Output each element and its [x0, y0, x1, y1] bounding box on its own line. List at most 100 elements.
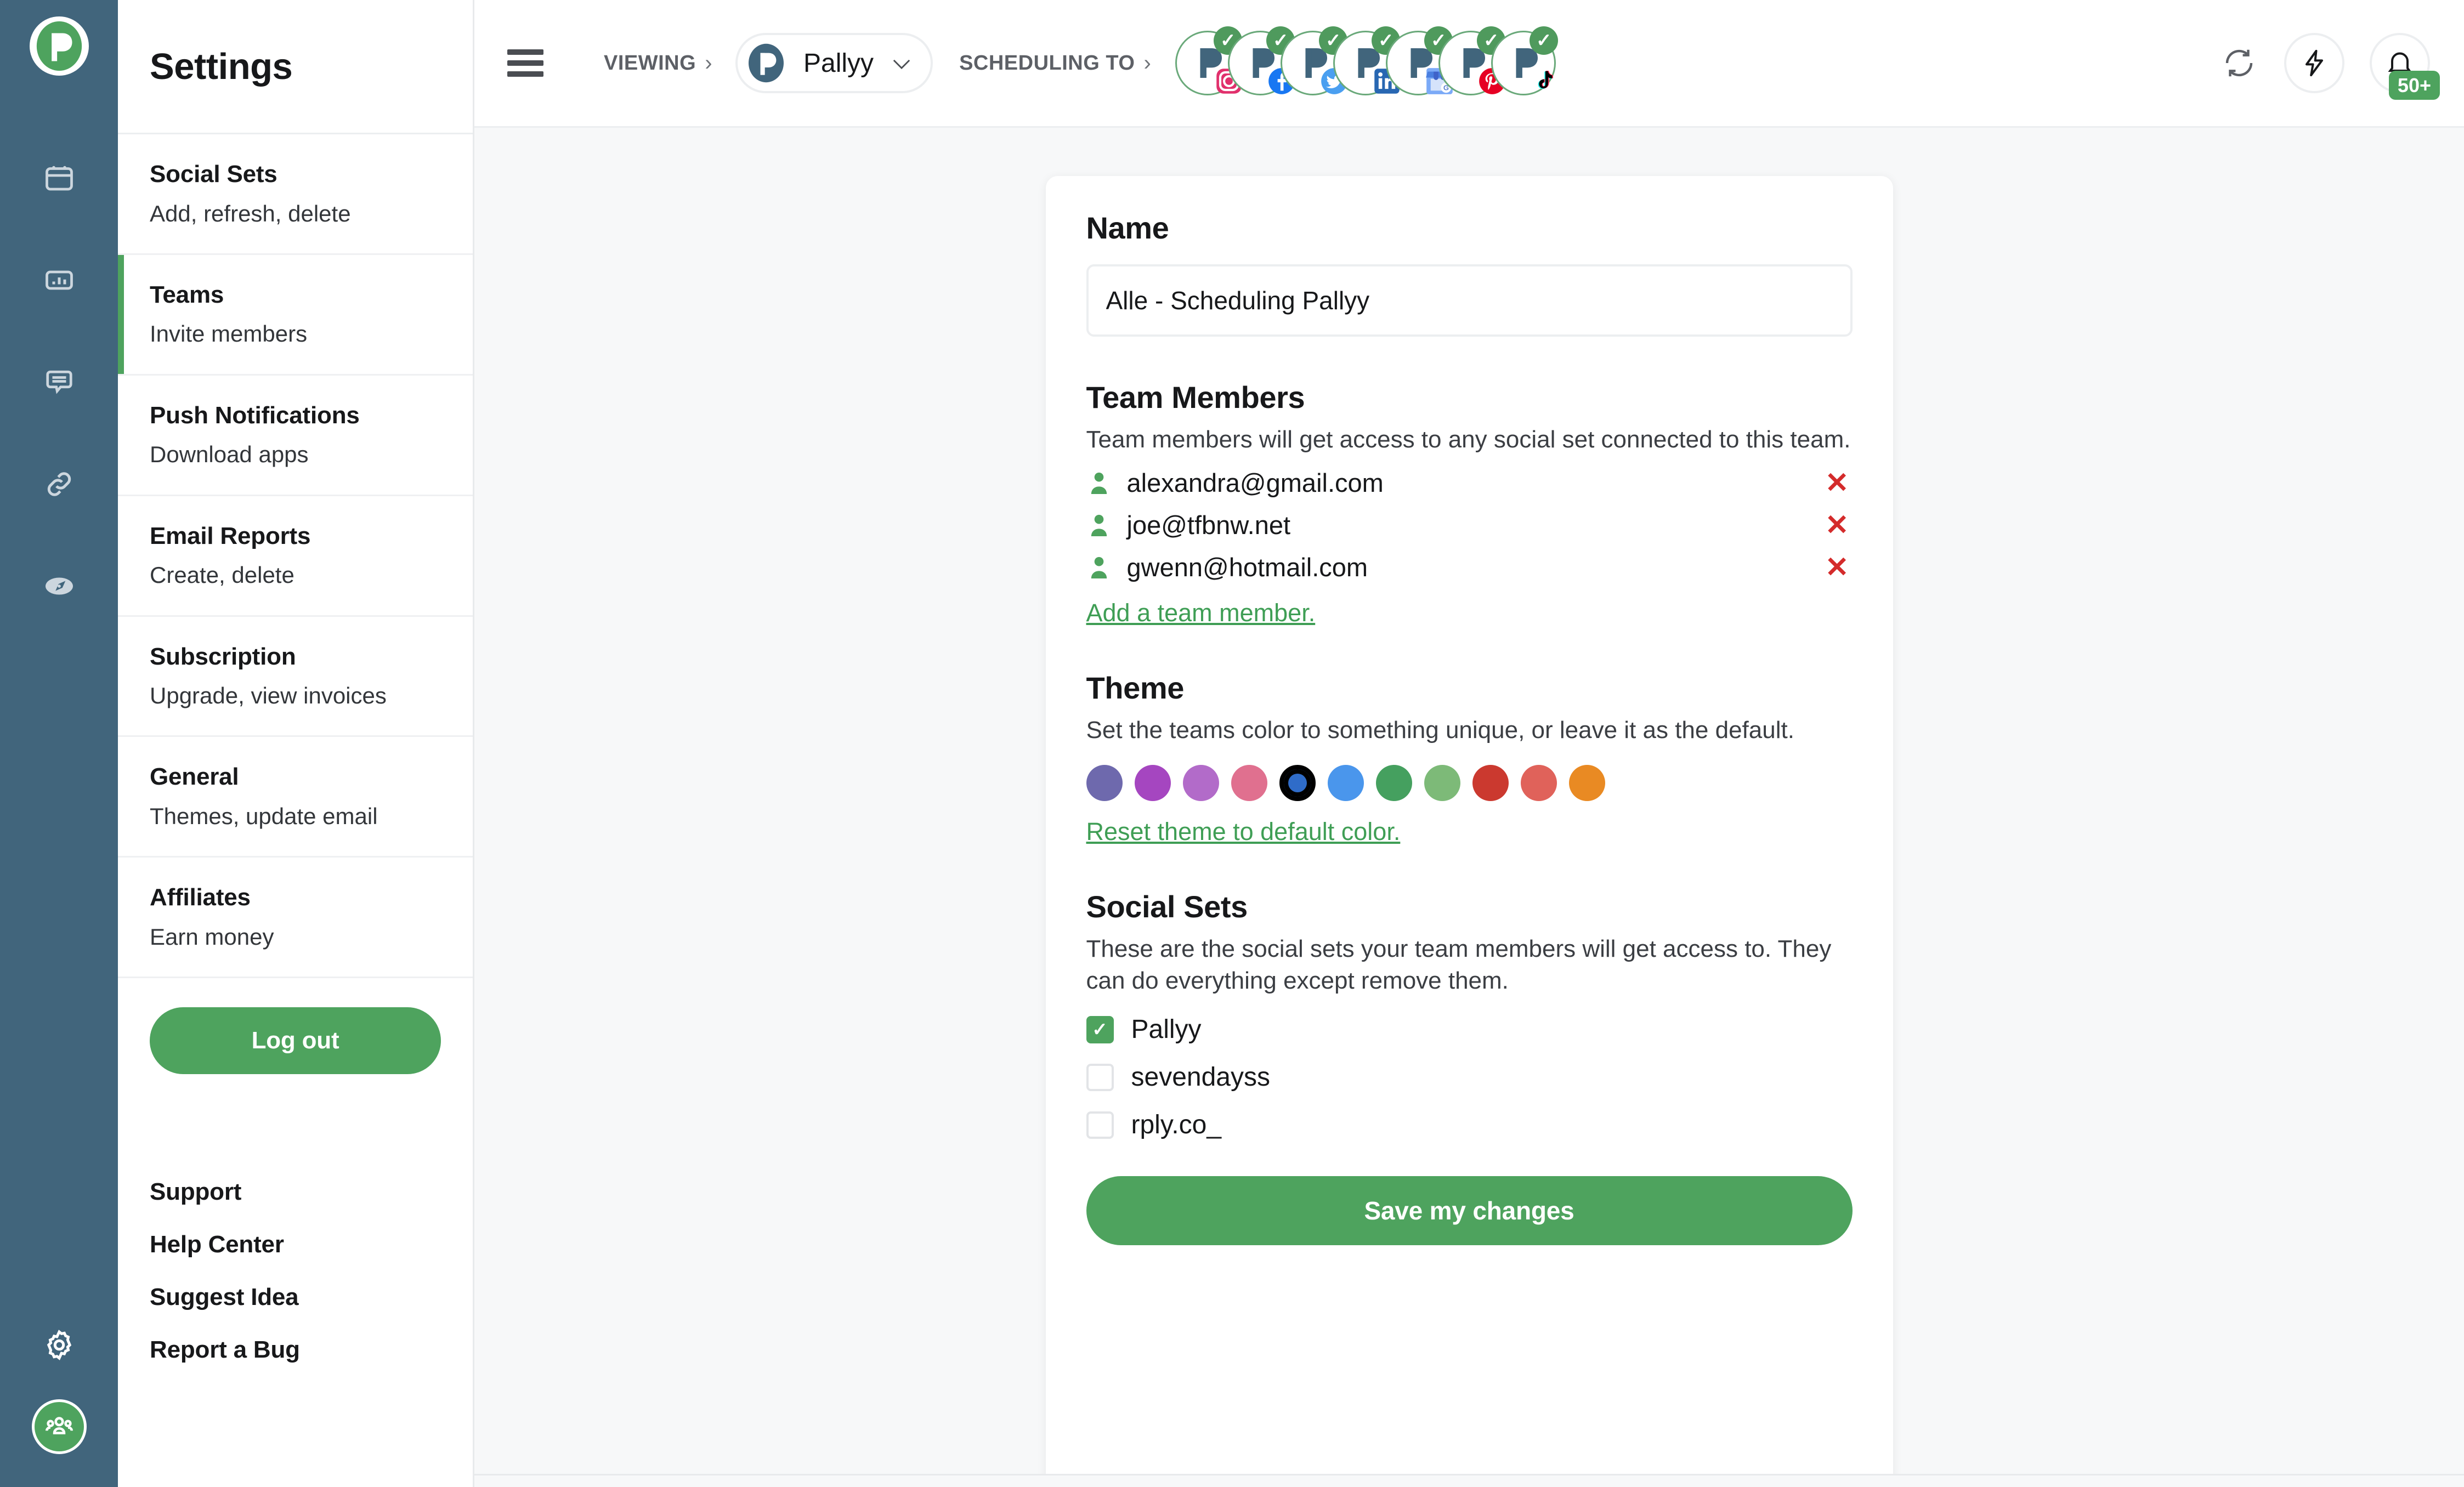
theme-section: Theme Set the teams color to something u…	[1086, 670, 1853, 846]
main-region: VIEWING › Pallyy SCHEDULING TO › ✓ ✓ ✓ ✓…	[474, 0, 2464, 1487]
social-set-row: rply.co_	[1086, 1110, 1853, 1140]
remove-member-button[interactable]: ✕	[1825, 469, 1853, 497]
sidebar-item-teams[interactable]: Teams Invite members	[118, 254, 473, 376]
chevron-right-icon: ›	[705, 50, 713, 75]
help-center-link[interactable]: Help Center	[150, 1231, 473, 1258]
log-out-button[interactable]: Log out	[150, 1007, 441, 1075]
settings-sidebar: Settings Social Sets Add, refresh, delet…	[118, 0, 474, 1487]
theme-swatch[interactable]	[1134, 765, 1171, 802]
theme-swatch[interactable]	[1327, 765, 1364, 802]
account-checked-icon: ✓	[1530, 26, 1559, 55]
menu-item-title: Email Reports	[150, 522, 311, 549]
primary-nav-rail	[0, 0, 118, 1487]
social-set-selector[interactable]: Pallyy	[735, 33, 933, 93]
theme-swatch[interactable]	[1086, 765, 1123, 802]
social-set-checkbox[interactable]	[1086, 1063, 1114, 1091]
social-set-checkbox[interactable]: ✓	[1086, 1015, 1114, 1043]
theme-color-swatches	[1086, 765, 1853, 802]
gear-icon[interactable]	[39, 1325, 80, 1365]
social-set-label: Pallyy	[1131, 1015, 1202, 1045]
support-link[interactable]: Support	[150, 1178, 473, 1206]
menu-item-subtitle: Add, refresh, delete	[150, 200, 351, 226]
save-my-changes-button[interactable]: Save my changes	[1086, 1176, 1853, 1246]
app-root: Settings Social Sets Add, refresh, delet…	[0, 0, 2464, 1487]
menu-item-title: Teams	[150, 281, 224, 308]
social-set-checkbox[interactable]	[1086, 1111, 1114, 1139]
rail-nav-items	[39, 158, 80, 606]
sidebar-item-social-sets[interactable]: Social Sets Add, refresh, delete	[118, 134, 473, 255]
person-icon	[1086, 513, 1112, 537]
team-member-row: joe@tfbnw.net ✕	[1086, 510, 1853, 540]
notification-badge: 50+	[2388, 70, 2440, 100]
team-member-email: joe@tfbnw.net	[1126, 510, 1291, 540]
report-a-bug-link[interactable]: Report a Bug	[150, 1336, 473, 1364]
support-links: Support Help Center Suggest Idea Report …	[118, 1074, 473, 1364]
add-team-member-link[interactable]: Add a team member.	[1086, 599, 1316, 627]
breadcrumb-viewing[interactable]: VIEWING ›	[604, 51, 712, 76]
theme-title: Theme	[1086, 671, 1185, 706]
name-section-label: Name	[1086, 211, 1169, 245]
social-sets-section: Social Sets These are the social sets yo…	[1086, 889, 1853, 1140]
menu-item-title: Social Sets	[150, 161, 277, 188]
person-icon	[1086, 471, 1112, 495]
theme-swatch[interactable]	[1520, 765, 1557, 802]
rail-bottom-items	[0, 1325, 118, 1454]
menu-item-subtitle: Invite members	[150, 321, 308, 347]
top-bar: VIEWING › Pallyy SCHEDULING TO › ✓ ✓ ✓ ✓…	[474, 0, 2464, 128]
team-members-title: Team Members	[1086, 380, 1305, 415]
sidebar-item-analytics[interactable]	[39, 260, 80, 300]
social-set-avatar	[743, 40, 790, 86]
sidebar-item-affiliates[interactable]: Affiliates Earn money	[118, 858, 473, 979]
team-name-input[interactable]	[1086, 264, 1853, 337]
account-tiktok[interactable]: ✓	[1491, 26, 1559, 95]
theme-swatch[interactable]	[1472, 765, 1509, 802]
sidebar-item-email-reports[interactable]: Email Reports Create, delete	[118, 496, 473, 617]
sidebar-item-comments[interactable]	[39, 362, 80, 402]
team-members-section: Team Members Team members will get acces…	[1086, 379, 1853, 627]
topbar-actions: 50+	[2219, 33, 2440, 100]
theme-description: Set the teams color to something unique,…	[1086, 717, 1794, 744]
remove-member-button[interactable]: ✕	[1825, 511, 1853, 540]
content-area: Name Team Members Team members will get …	[474, 128, 2464, 1474]
theme-swatch[interactable]	[1424, 765, 1460, 802]
team-members-description: Team members will get access to any soci…	[1086, 426, 1851, 453]
menu-item-subtitle: Earn money	[150, 923, 274, 950]
menu-item-title: General	[150, 763, 239, 791]
theme-swatch[interactable]	[1375, 765, 1412, 802]
sidebar-item-bio-link[interactable]	[39, 464, 80, 504]
social-sets-description: These are the social sets your team memb…	[1086, 935, 1832, 995]
sidebar-item-discover[interactable]	[39, 566, 80, 606]
logout-container: Log out	[118, 978, 473, 1075]
refresh-icon[interactable]	[2219, 43, 2259, 83]
team-member-row: gwenn@hotmail.com ✕	[1086, 552, 1853, 582]
social-set-label: rply.co_	[1131, 1110, 1222, 1140]
remove-member-button[interactable]: ✕	[1825, 553, 1853, 582]
sidebar-item-subscription[interactable]: Subscription Upgrade, view invoices	[118, 617, 473, 737]
settings-header: Settings	[118, 0, 473, 134]
team-settings-card: Name Team Members Team members will get …	[1045, 176, 1893, 1474]
sidebar-item-general[interactable]: General Themes, update email	[118, 737, 473, 858]
theme-swatch[interactable]	[1231, 765, 1267, 802]
team-avatar-icon[interactable]	[31, 1399, 87, 1454]
sidebar-item-push-notifications[interactable]: Push Notifications Download apps	[118, 376, 473, 496]
page-title: Settings	[150, 46, 293, 87]
theme-swatch[interactable]	[1279, 765, 1316, 802]
theme-swatch[interactable]	[1182, 765, 1219, 802]
menu-item-subtitle: Download apps	[150, 441, 309, 468]
menu-item-title: Affiliates	[150, 884, 251, 911]
hamburger-menu-icon[interactable]	[507, 49, 543, 77]
reset-theme-link[interactable]: Reset theme to default color.	[1086, 818, 1401, 846]
menu-item-title: Subscription	[150, 643, 296, 670]
notifications-button[interactable]: 50+	[2370, 33, 2440, 100]
chevron-down-icon	[892, 51, 911, 76]
social-set-row: ✓ Pallyy	[1086, 1014, 1853, 1045]
pallyy-logo[interactable]	[29, 16, 89, 76]
suggest-idea-link[interactable]: Suggest Idea	[150, 1284, 473, 1311]
social-set-label: sevendayss	[1131, 1063, 1270, 1092]
menu-item-subtitle: Create, delete	[150, 562, 294, 588]
chevron-right-icon: ›	[1143, 50, 1152, 75]
breadcrumb-scheduling-to[interactable]: SCHEDULING TO ›	[959, 51, 1151, 76]
quick-actions-button[interactable]	[2284, 33, 2344, 93]
sidebar-item-calendar[interactable]	[39, 158, 80, 198]
theme-swatch[interactable]	[1568, 765, 1605, 802]
